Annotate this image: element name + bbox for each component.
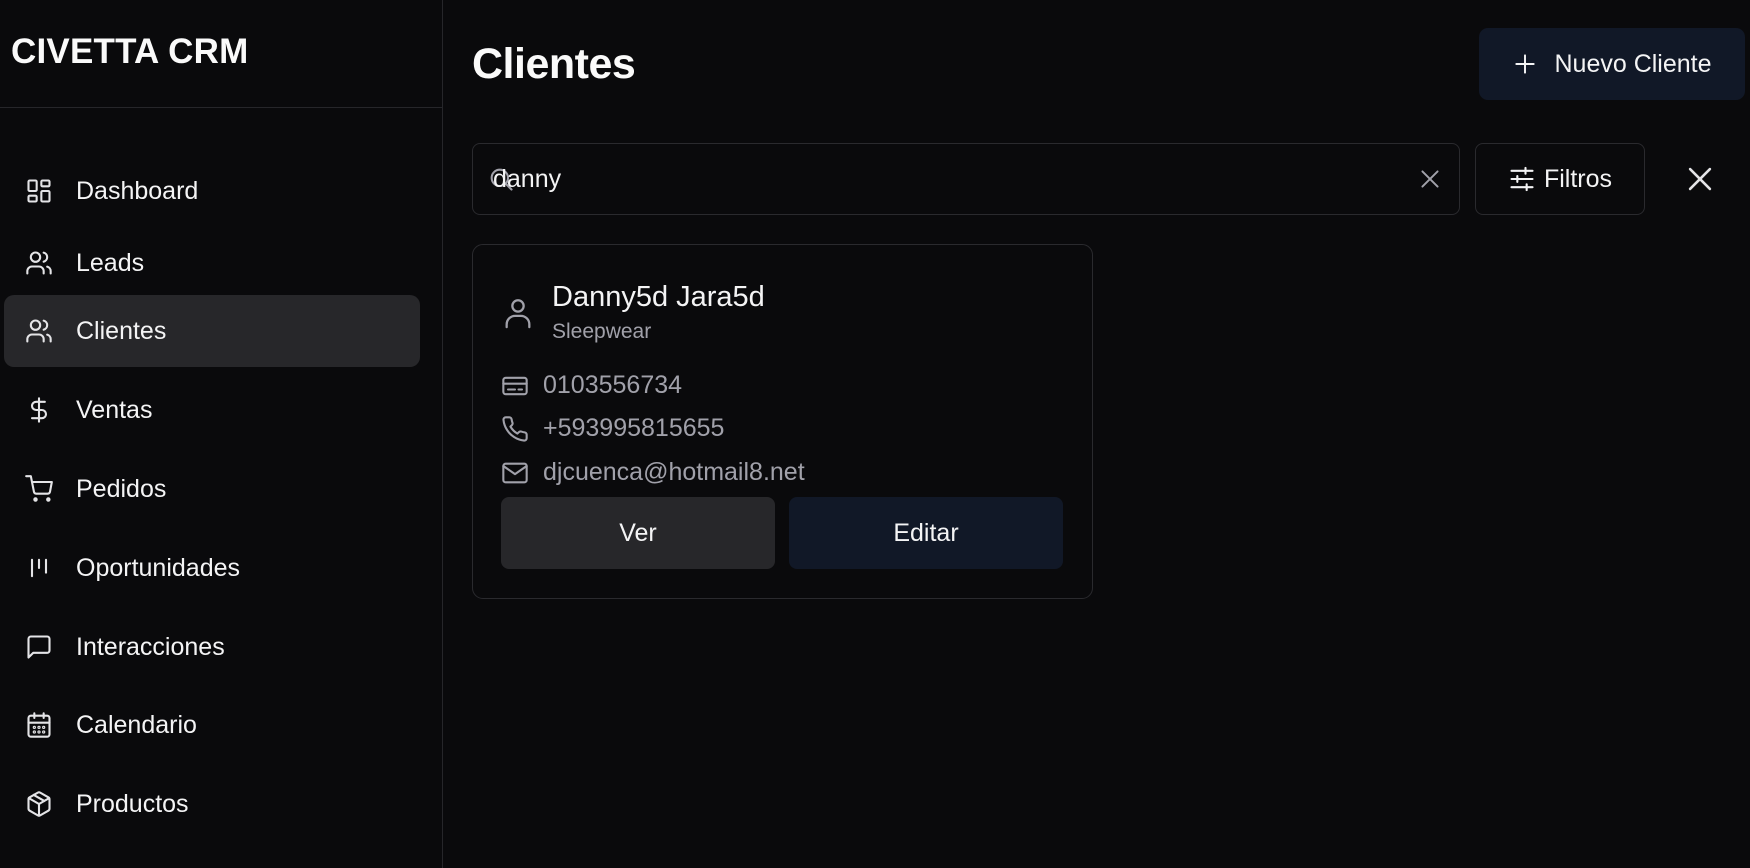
sidebar-item-label: Dashboard xyxy=(76,176,199,205)
brand-logo[interactable]: CIVETTA CRM xyxy=(0,0,442,108)
sidebar-item-label: Oportunidades xyxy=(76,553,241,582)
sidebar-item-productos[interactable]: Productos xyxy=(4,768,420,840)
cart-icon xyxy=(25,475,53,503)
filters-button[interactable]: Filtros xyxy=(1475,143,1645,215)
client-phone-row: +593995815655 xyxy=(501,414,724,443)
sidebar-item-oportunidades[interactable]: Oportunidades xyxy=(4,532,420,604)
dashboard-icon xyxy=(25,177,53,205)
sidebar-item-interacciones[interactable]: Interacciones xyxy=(4,611,420,683)
new-client-label: Nuevo Cliente xyxy=(1554,49,1712,78)
id-card-icon xyxy=(502,376,528,395)
sidebar-item-dashboard[interactable]: Dashboard xyxy=(4,155,420,227)
client-card: Danny5d Jara5d Sleepwear 0103556734 +593… xyxy=(472,244,1093,599)
sliders-icon xyxy=(1510,166,1534,192)
plus-icon xyxy=(1515,54,1536,74)
sidebar-item-label: Calendario xyxy=(76,710,197,739)
user-icon xyxy=(505,299,531,329)
main-content: Clientes Nuevo Cliente Filtros xyxy=(443,0,1750,868)
sidebar-item-label: Productos xyxy=(76,789,189,818)
client-id-row: 0103556734 xyxy=(501,371,682,400)
client-id-number: 0103556734 xyxy=(543,371,683,399)
view-client-button[interactable]: Ver xyxy=(501,497,775,569)
phone-icon xyxy=(502,415,528,442)
message-icon xyxy=(25,633,53,661)
kanban-icon xyxy=(25,554,53,582)
app-root: CIVETTA CRM Dashboard Leads Clientes Ven… xyxy=(0,0,1750,868)
sidebar-item-pedidos[interactable]: Pedidos xyxy=(4,453,420,525)
client-email: djcuenca@hotmail8.net xyxy=(543,458,805,486)
sidebar: CIVETTA CRM Dashboard Leads Clientes Ven… xyxy=(0,0,443,868)
sidebar-item-label: Interacciones xyxy=(76,632,225,661)
search-box xyxy=(472,143,1460,215)
sidebar-item-leads[interactable]: Leads xyxy=(4,227,420,299)
clear-search-icon[interactable] xyxy=(1417,166,1443,192)
mail-icon xyxy=(502,462,528,483)
close-icon[interactable] xyxy=(1683,162,1717,196)
page-title: Clientes xyxy=(472,40,636,88)
sidebar-item-calendario[interactable]: Calendario xyxy=(4,689,420,761)
sidebar-item-clientes[interactable]: Clientes xyxy=(4,295,420,367)
sidebar-item-label: Leads xyxy=(76,248,145,277)
client-phone: +593995815655 xyxy=(543,414,725,442)
filters-label: Filtros xyxy=(1543,164,1613,193)
users-icon xyxy=(25,317,53,345)
client-email-row: djcuenca@hotmail8.net xyxy=(501,458,805,487)
users-icon xyxy=(25,249,53,277)
dollar-icon xyxy=(25,396,53,424)
sidebar-item-ventas[interactable]: Ventas xyxy=(4,374,420,446)
sidebar-item-label: Ventas xyxy=(76,395,153,424)
calendar-icon xyxy=(25,711,53,739)
package-icon xyxy=(25,790,53,818)
edit-client-button[interactable]: Editar xyxy=(789,497,1063,569)
client-name: Danny5d Jara5d xyxy=(552,281,765,313)
sidebar-item-label: Clientes xyxy=(76,316,167,345)
client-company: Sleepwear xyxy=(552,320,652,343)
new-client-button[interactable]: Nuevo Cliente xyxy=(1479,28,1745,100)
sidebar-item-label: Pedidos xyxy=(76,474,167,503)
search-input[interactable] xyxy=(493,144,1373,214)
